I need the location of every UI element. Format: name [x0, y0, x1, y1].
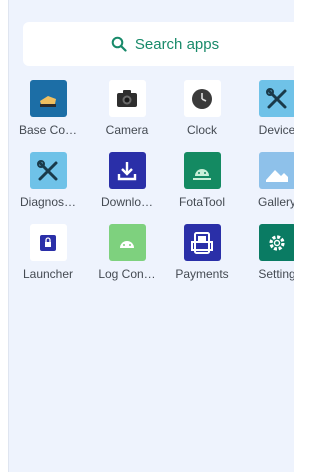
base-config-icon	[29, 80, 67, 117]
gallery-icon	[258, 152, 294, 189]
app-gallery[interactable]: Gallery	[242, 152, 294, 209]
app-drawer: Search apps Base Co… Camera Clock Device…	[8, 0, 294, 472]
app-base-config[interactable]: Base Co…	[13, 80, 83, 137]
app-label: Setting	[258, 267, 294, 281]
app-launcher[interactable]: Launcher	[13, 224, 83, 281]
app-clock[interactable]: Clock	[167, 80, 237, 137]
payments-icon	[183, 224, 221, 261]
app-label: Base Co…	[18, 123, 78, 137]
diagnostics-icon	[29, 152, 67, 189]
app-device[interactable]: Device	[242, 80, 294, 137]
app-label: Payments	[175, 267, 229, 281]
search-apps-bar[interactable]: Search apps	[23, 22, 294, 66]
app-settings[interactable]: Setting	[242, 224, 294, 281]
log-config-icon	[108, 224, 146, 261]
app-label: Gallery	[257, 195, 294, 209]
camera-icon	[108, 80, 146, 117]
app-label: Launcher	[22, 267, 74, 281]
device-tools-icon	[258, 80, 294, 117]
clock-icon	[183, 80, 221, 117]
app-label: Camera	[105, 123, 149, 137]
search-label: Search apps	[134, 35, 220, 53]
app-fotatool[interactable]: FotaTool	[167, 152, 237, 209]
app-payments[interactable]: Payments	[167, 224, 237, 281]
app-downloads[interactable]: Downlo…	[92, 152, 162, 209]
app-label: FotaTool	[178, 195, 226, 209]
launcher-icon	[29, 224, 67, 261]
app-label: Device	[258, 123, 294, 137]
search-icon	[111, 36, 127, 52]
download-icon	[108, 152, 146, 189]
app-camera[interactable]: Camera	[92, 80, 162, 137]
app-label: Clock	[186, 123, 217, 137]
app-label: Log Con…	[98, 267, 156, 281]
app-log-config[interactable]: Log Con…	[92, 224, 162, 281]
app-label: Downlo…	[100, 195, 154, 209]
fotatool-icon	[183, 152, 221, 189]
app-label: Diagnos…	[19, 195, 77, 209]
app-diagnostics[interactable]: Diagnos…	[13, 152, 83, 209]
settings-icon	[258, 224, 294, 261]
